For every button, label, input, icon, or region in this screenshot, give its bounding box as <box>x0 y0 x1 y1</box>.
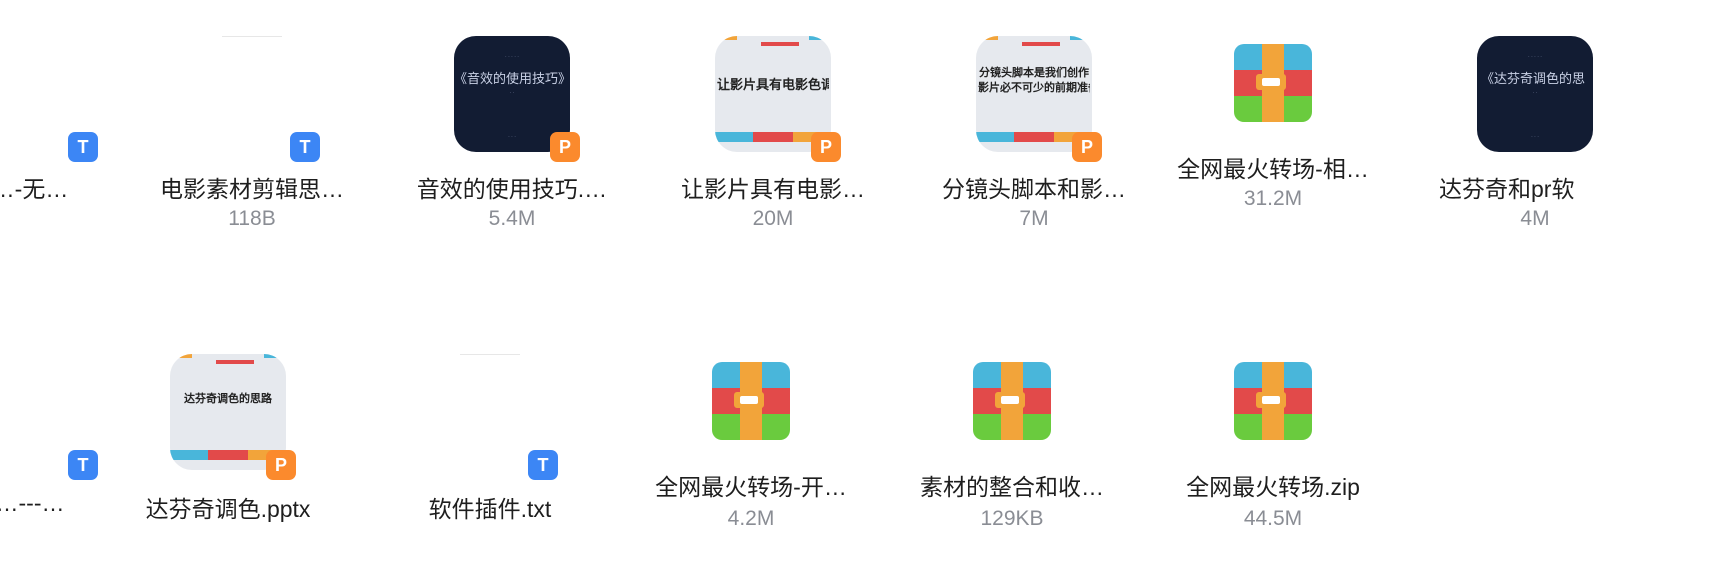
file-size: 44.5M <box>1243 507 1303 530</box>
zip-archive-icon <box>1234 362 1312 440</box>
slide-title: 《音效的使用技巧》 <box>454 72 570 87</box>
txt-file-icon: T <box>68 450 98 480</box>
file-size: 4M <box>1520 207 1550 230</box>
ppt-file-icon: P <box>811 132 841 162</box>
file-thumbnail: 让影片具有电影色调 P <box>715 36 841 162</box>
file-name: 达芬奇和pr软 <box>1439 176 1575 202</box>
file-size: 7M <box>1019 207 1049 230</box>
txt-file-icon: T <box>290 132 320 162</box>
file-thumbnail: 分镜头脚本是我们创作 影片必不可少的前期准备 P <box>976 36 1102 162</box>
ppt-file-icon: P <box>1072 132 1102 162</box>
ppt-file-icon: P <box>550 132 580 162</box>
ppt-file-icon: P <box>266 450 296 480</box>
slide-subtitle: · · · · · <box>505 54 519 60</box>
slide-title: 让影片具有电影色调 <box>717 77 829 92</box>
file-name: 让影片具有电影… <box>681 176 865 202</box>
slide-title: 《达芬奇调色的思 <box>1481 72 1586 87</box>
txt-file-icon: T <box>68 132 98 162</box>
file-thumbnail: T <box>0 36 98 162</box>
file-name: 素材的整合和收… <box>920 474 1104 500</box>
file-name: 全网最火转场.zip <box>1186 474 1360 500</box>
file-thumbnail: T <box>432 354 558 480</box>
zip-archive-icon <box>1234 44 1312 122</box>
zip-archive-icon <box>973 362 1051 440</box>
file-name: 达芬奇调色.pptx <box>145 496 311 522</box>
file-name: 全网最火转场-相… <box>1177 156 1369 182</box>
txt-file-icon: T <box>528 450 558 480</box>
file-thumbnail: T <box>194 36 320 162</box>
slide-text-line: 影片必不可少的前期准备 <box>978 82 1090 94</box>
zip-archive-icon <box>712 362 790 440</box>
file-size: 31.2M <box>1243 187 1303 210</box>
slide-text-line: 分镜头脚本是我们创作 <box>979 67 1089 79</box>
file-name: 全网最火转场-开… <box>655 474 847 500</box>
slide-title: 达芬奇调色的思路 <box>184 393 272 405</box>
file-size: 129KB <box>980 507 1044 530</box>
file-name: 软件插件.txt <box>428 496 552 522</box>
file-name: 音效的使用技巧.… <box>416 176 608 202</box>
file-name: 分镜头脚本和影… <box>942 176 1126 202</box>
file-size: 4.2M <box>727 507 775 530</box>
file-thumbnail: · · · · · 《达芬奇调色的思 · · · · · <box>1477 36 1593 152</box>
slide-author: · · <box>509 90 515 96</box>
file-thumbnail: · · · · · 《音效的使用技巧》 · · · · · P <box>454 36 580 162</box>
file-size: 20M <box>752 207 794 230</box>
file-name: 电影素材剪辑思… <box>160 176 344 202</box>
file-size: 118B <box>228 207 276 230</box>
file-size: 5.4M <box>488 207 536 230</box>
file-thumbnail: 达芬奇调色的思路 P <box>170 354 296 480</box>
file-thumbnail: T <box>0 354 98 480</box>
